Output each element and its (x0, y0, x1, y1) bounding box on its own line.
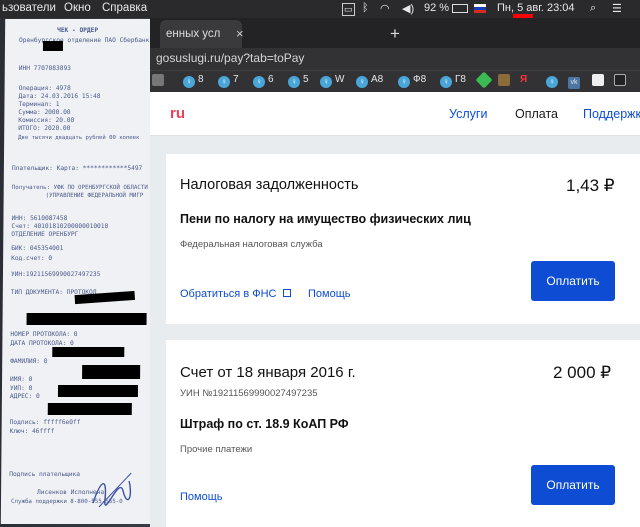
redaction-bar (52, 347, 125, 357)
receipt-line: ЧЕК - ОРДЕР (57, 27, 99, 34)
cast-icon[interactable]: ▭ (342, 3, 355, 16)
pay-button[interactable]: Оплатить (531, 261, 615, 301)
card-title: Налоговая задолженность (180, 177, 359, 193)
site-logo[interactable]: ru (170, 105, 185, 122)
bookmark-item[interactable]: ♀ Г8 (440, 74, 466, 88)
card-uin: УИН №19211569990027497235 (180, 388, 318, 399)
bookmark-icon[interactable] (152, 74, 167, 88)
close-tab-icon[interactable]: × (236, 26, 244, 41)
bookmark-item[interactable]: ♀ W (320, 74, 344, 88)
receipt-line: Счет: 40101810200000010010 (11, 223, 109, 230)
url-text[interactable]: gosuslugi.ru/pay?tab=toPay (156, 51, 304, 65)
browser-tabbar: енных усл × + (150, 18, 640, 48)
nav-services[interactable]: Услуги (449, 107, 487, 121)
redaction-bar (42, 41, 64, 51)
bookmark-item[interactable]: ♀ A8 (356, 74, 383, 88)
new-tab-button[interactable]: + (390, 24, 400, 44)
help-link[interactable]: Помощь (180, 491, 223, 503)
receipt-line: Оренбургское отделение ПАО Сбербанк Росс (18, 37, 169, 44)
browser-tab[interactable]: енных усл (160, 20, 242, 48)
card-subject: Пени по налогу на имущество физических л… (180, 212, 471, 226)
receipt-line: УИП: 0 (9, 385, 33, 392)
receipt-line: Подпись: fffff6e0ff (9, 419, 81, 426)
receipt-line: АДРЕС: 0 (9, 393, 40, 400)
bookmark-item[interactable]: ♀ 5 (288, 74, 309, 88)
receipt-line: Дата: 24.03.2016 15:48 (18, 93, 101, 100)
receipt-line: Операция: 4978 (18, 85, 71, 92)
card-amount: 1,43 ₽ (566, 176, 615, 195)
card-issuer: Прочие платежи (180, 444, 253, 455)
receipt-line: ИНН 7707083893 (18, 65, 71, 72)
receipt-line: Подпись плательщика (9, 471, 81, 478)
external-link-icon (282, 289, 291, 297)
card-issuer: Федеральная налоговая служба (180, 239, 323, 250)
receipt-line: БИК: 045354001 (11, 245, 64, 252)
spotlight-search-icon[interactable]: ⌕ (590, 2, 596, 15)
bookmark-item[interactable]: ♀ Ф8 (398, 74, 426, 88)
battery-icon[interactable] (452, 4, 468, 13)
nav-support[interactable]: Поддержка (583, 107, 640, 121)
signature-scribble (92, 472, 132, 508)
receipt-line: Сумма: 2000.00 (18, 109, 71, 116)
nav-payment[interactable]: Оплата (515, 107, 558, 121)
redaction-bar (26, 313, 147, 325)
bookmark-icon[interactable] (592, 74, 607, 88)
bookmark-icon[interactable] (614, 74, 629, 88)
receipt-line: Ключ: 46ffff (9, 428, 55, 435)
receipt-line: ИНН: 5610087458 (11, 215, 68, 222)
flag-ru-icon[interactable] (474, 4, 486, 13)
volume-icon[interactable]: ◀) (402, 2, 414, 15)
receipt-line: (УПРАВЛЕНИЕ ФЕДЕРАЛЬНОЙ МИГР (45, 193, 144, 199)
site-header (150, 92, 640, 136)
receipt-line: НОМЕР ПРОТОКОЛА: 0 (10, 331, 78, 338)
bookmark-icon[interactable]: ♀ (546, 74, 561, 88)
receipt-line: УИН:19211569990027497235 (10, 271, 101, 278)
receipt-line: ФАМИЛИЯ: 0 (10, 358, 48, 365)
yandex-icon[interactable]: Я (520, 74, 527, 88)
receipt-line: ОТДЕЛЕНИЕ ОРЕНБУРГ (11, 231, 79, 238)
receipt-line: Плательщик: Карта: ************5497 (11, 165, 143, 172)
card-subject: Штраф по ст. 18.9 КоАП РФ (180, 417, 349, 431)
help-link[interactable]: Помощь (308, 288, 351, 300)
card-title: Счет от 18 января 2016 г. (180, 364, 356, 381)
bookmark-icon[interactable] (475, 71, 493, 89)
battery-text: 92 % (424, 2, 450, 14)
receipt-line: Код.счет: 0 (11, 255, 53, 262)
vk-icon[interactable]: vk (568, 74, 583, 89)
bookmark-item[interactable]: ♀ 7 (218, 74, 239, 88)
card-amount: 2 000 ₽ (553, 363, 612, 382)
receipt-line: Комиссия: 20.00 (18, 117, 75, 124)
receipt-line: Две тысячи двадцать рублей 00 копеек (18, 135, 140, 141)
redaction-bar (57, 385, 139, 397)
bookmark-item[interactable]: ♀ 8 (183, 74, 204, 88)
pay-button[interactable]: Оплатить (531, 465, 615, 505)
receipt-photo: ЧЕК - ОРДЕР Оренбургское отделение ПАО С… (0, 19, 169, 524)
menu-help[interactable]: Справка (102, 2, 147, 14)
receipt-line: Терминал: 1 (18, 101, 60, 108)
receipt-line: ИТОГО: 2020.00 (18, 125, 71, 132)
wifi-icon[interactable]: ◠ (380, 2, 390, 15)
receipt-line: Получатель: УФК ПО ОРЕНБУРГСКОЙ ОБЛАСТИ (11, 185, 148, 191)
tab-title: енных усл (166, 28, 221, 40)
bookmark-item[interactable]: ♀ 6 (253, 74, 274, 88)
redaction-bar (47, 403, 132, 415)
redaction-bar (82, 365, 141, 379)
receipt-line: ИМЯ: 0 (10, 376, 33, 383)
bookmark-icon[interactable] (498, 74, 513, 88)
menu-users[interactable]: ьзователи (2, 2, 56, 14)
notification-center-icon[interactable]: ☰ (612, 2, 622, 15)
bluetooth-icon[interactable]: ᛒ (362, 2, 369, 14)
clock[interactable]: Пн, 5 авг. 23:04 (497, 2, 575, 14)
receipt-line: ДАТА ПРОТОКОЛА: 0 (10, 340, 74, 347)
menu-window[interactable]: Окно (64, 2, 91, 14)
macos-menubar: ьзователи Окно Справка ▭ ᛒ ◠ ◀) 92 % Пн,… (0, 0, 640, 18)
contact-fns-link[interactable]: Обратиться в ФНС (180, 288, 291, 300)
